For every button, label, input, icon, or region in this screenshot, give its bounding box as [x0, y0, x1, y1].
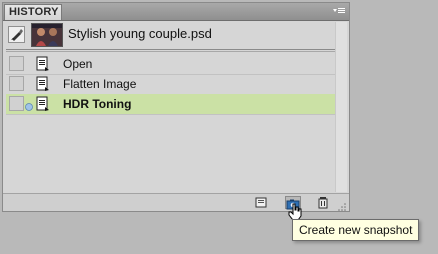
snapshot-label: Stylish young couple.psd: [68, 26, 212, 41]
history-item-label: Flatten Image: [63, 77, 137, 91]
history-item-selected[interactable]: HDR Toning: [6, 94, 336, 114]
history-source-checkbox[interactable]: [9, 56, 24, 71]
history-state-icon: [36, 76, 50, 92]
tooltip: Create new snapshot: [292, 219, 420, 241]
snapshot-thumbnail: [31, 23, 63, 47]
history-item-label: HDR Toning: [63, 97, 132, 111]
history-brush-icon[interactable]: [8, 26, 25, 43]
new-document-from-state-icon[interactable]: [253, 196, 269, 209]
history-panel: HISTORY Stylish young couple.psd Open Fl…: [2, 2, 350, 212]
history-item-label: Open: [63, 57, 93, 71]
history-state-pointer-icon: [25, 99, 35, 111]
row-divider: [6, 114, 336, 115]
history-state-icon: [36, 96, 50, 112]
history-source-checkbox[interactable]: [9, 76, 24, 91]
resize-grip-icon[interactable]: [337, 199, 347, 211]
snapshot-row[interactable]: Stylish young couple.psd: [6, 22, 336, 48]
panel-menu-icon[interactable]: [332, 6, 346, 17]
snapshot-separator: [6, 49, 336, 50]
history-item[interactable]: Open: [6, 54, 336, 74]
history-item[interactable]: Flatten Image: [6, 74, 336, 94]
scrollbar[interactable]: [335, 22, 347, 192]
history-state-icon: [36, 56, 50, 72]
trash-icon[interactable]: [315, 196, 331, 209]
history-source-checkbox[interactable]: [9, 96, 24, 111]
snapshot-separator-light: [6, 51, 336, 52]
tab-history[interactable]: HISTORY: [4, 4, 62, 20]
panel-titlebar: HISTORY: [3, 3, 349, 21]
